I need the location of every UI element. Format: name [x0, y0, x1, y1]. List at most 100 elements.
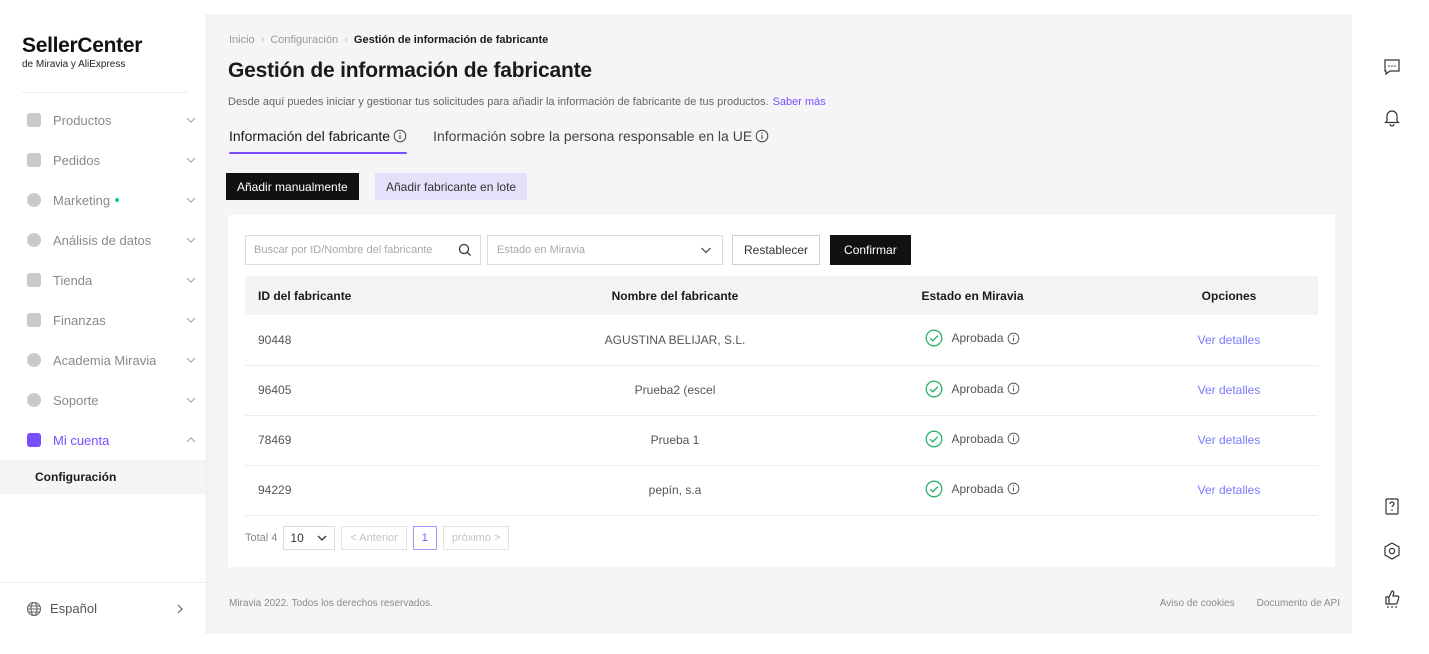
new-indicator-dot: [115, 198, 120, 202]
cookies-link[interactable]: Aviso de cookies: [1160, 598, 1235, 609]
sidebar-item-soporte[interactable]: Soporte: [0, 380, 206, 420]
confirm-button[interactable]: Confirmar: [830, 235, 911, 265]
breadcrumb-separator-icon: ›: [260, 34, 265, 46]
page-size-select[interactable]: 10: [283, 526, 336, 550]
cell-id: 78469: [258, 433, 292, 447]
brand-logo[interactable]: SellerCenter de Miravia y AliExpress: [22, 34, 142, 70]
sidebar-item-label: Tienda: [53, 272, 93, 288]
cell-status: Aprobada: [805, 415, 1140, 465]
marketing-icon: [27, 193, 41, 207]
info-icon[interactable]: [1007, 382, 1020, 395]
cell-options: Ver detalles: [1140, 465, 1318, 515]
chevron-down-icon: [186, 157, 196, 163]
cell-name: Prueba 1: [650, 433, 700, 447]
help-icon[interactable]: [1382, 496, 1402, 516]
sidebar-item-analisis[interactable]: Análisis de datos: [0, 220, 206, 260]
cell-status: Aprobada: [805, 315, 1140, 365]
info-icon[interactable]: [1007, 482, 1020, 495]
manufacturer-table: ID del fabricante Nombre del fabricante …: [245, 276, 1318, 516]
check-circle-icon: [926, 329, 943, 347]
status-text: Aprobada: [951, 431, 1004, 446]
chevron-down-icon: [186, 317, 196, 323]
column-header-status: Estado en Miravia: [921, 288, 1024, 303]
view-details-link[interactable]: Ver detalles: [1198, 333, 1261, 347]
breadcrumb-parent[interactable]: Configuración: [270, 34, 338, 46]
chat-icon[interactable]: [1382, 57, 1402, 77]
column-header-options: Opciones: [1201, 288, 1257, 303]
tab-manufacturer-info[interactable]: Información del fabricante: [229, 128, 408, 154]
table-header-row: ID del fabricante Nombre del fabricante …: [245, 276, 1318, 315]
info-icon[interactable]: [1007, 432, 1020, 445]
status-badge: Aprobada: [925, 329, 1019, 347]
view-details-link[interactable]: Ver detalles: [1198, 383, 1261, 397]
check-circle-icon: [926, 480, 943, 497]
bell-icon[interactable]: [1382, 107, 1402, 127]
reset-button[interactable]: Restablecer: [732, 235, 821, 265]
add-manually-button[interactable]: Añadir manualmente: [226, 173, 359, 200]
search-box[interactable]: [245, 235, 481, 265]
tab-eu-responsible-person[interactable]: Información sobre la persona responsable…: [433, 128, 769, 154]
next-page-button[interactable]: próximo >: [442, 526, 510, 550]
learn-more-link[interactable]: Saber más: [773, 96, 826, 108]
academy-icon: [27, 353, 41, 367]
info-icon[interactable]: [393, 129, 407, 143]
sidebar-subitem-configuracion[interactable]: Configuración: [0, 460, 206, 494]
chevron-down-icon: [186, 117, 196, 123]
cell-status: Aprobada: [805, 465, 1140, 515]
language-selector[interactable]: Español: [0, 582, 206, 634]
chevron-down-icon: [701, 247, 711, 254]
page-number-button[interactable]: 1: [412, 526, 437, 550]
check-circle-icon: [926, 430, 943, 447]
info-icon[interactable]: [1007, 332, 1020, 345]
search-input[interactable]: [254, 244, 458, 256]
chevron-down-icon: [186, 197, 196, 203]
chevron-down-icon: [186, 397, 196, 403]
chevron-up-icon: [186, 437, 196, 443]
box-icon: [27, 113, 41, 127]
sidebar-item-marketing[interactable]: Marketing: [0, 180, 206, 220]
breadcrumb-separator-icon: ›: [344, 34, 348, 46]
view-details-link[interactable]: Ver detalles: [1198, 433, 1261, 447]
table-row: 96405 Prueba2 (escel Aprobada Ver detall…: [245, 365, 1318, 415]
sidebar-item-label: Finanzas: [53, 312, 106, 328]
tab-label: Información sobre la persona responsable…: [433, 128, 753, 144]
settings-icon[interactable]: [1382, 541, 1402, 561]
previous-page-button[interactable]: < Anterior: [341, 526, 407, 550]
table-row: 90448 AGUSTINA BELIJAR, S.L. Aprobada Ve…: [245, 315, 1318, 365]
page-description: Desde aquí puedes iniciar y gestionar tu…: [228, 96, 826, 108]
cell-id: 94229: [258, 483, 292, 497]
api-docs-link[interactable]: Documento de API: [1257, 598, 1340, 609]
store-icon: [27, 273, 41, 287]
filter-bar: Estado en Miravia Restablecer Confirmar: [245, 235, 911, 265]
analytics-icon: [27, 233, 41, 247]
feedback-icon[interactable]: [1382, 588, 1402, 608]
add-batch-button[interactable]: Añadir fabricante en lote: [375, 173, 528, 200]
sidebar-item-label: Pedidos: [53, 152, 100, 168]
cell-options: Ver detalles: [1140, 365, 1318, 415]
status-select[interactable]: Estado en Miravia: [487, 235, 723, 265]
page-size-value: 10: [290, 531, 304, 545]
main-content: Inicio › Configuración › Gestión de info…: [207, 14, 1352, 634]
info-icon[interactable]: [755, 129, 769, 143]
breadcrumb-home[interactable]: Inicio: [229, 34, 255, 46]
description-text: Desde aquí puedes iniciar y gestionar tu…: [228, 96, 769, 108]
sidebar-item-pedidos[interactable]: Pedidos: [0, 140, 206, 180]
sidebar-item-label: Academia Miravia: [53, 352, 157, 368]
sidebar-item-academia[interactable]: Academia Miravia: [0, 340, 206, 380]
sidebar-item-productos[interactable]: Productos: [0, 100, 206, 140]
sidebar-item-mi-cuenta[interactable]: Mi cuenta: [0, 420, 206, 460]
sidebar-item-label: Análisis de datos: [53, 232, 152, 248]
order-icon: [27, 153, 41, 167]
globe-icon: [26, 601, 42, 616]
cell-status: Aprobada: [805, 365, 1140, 415]
search-icon[interactable]: [458, 243, 472, 257]
sidebar-item-finanzas[interactable]: Finanzas: [0, 300, 206, 340]
support-icon: [27, 393, 41, 407]
column-header-name: Nombre del fabricante: [611, 288, 739, 303]
manufacturer-card: Estado en Miravia Restablecer Confirmar …: [228, 215, 1335, 567]
sidebar-item-tienda[interactable]: Tienda: [0, 260, 206, 300]
chevron-down-icon: [317, 535, 327, 541]
view-details-link[interactable]: Ver detalles: [1198, 483, 1261, 497]
status-text: Aprobada: [951, 331, 1004, 346]
check-circle-icon: [926, 380, 943, 397]
